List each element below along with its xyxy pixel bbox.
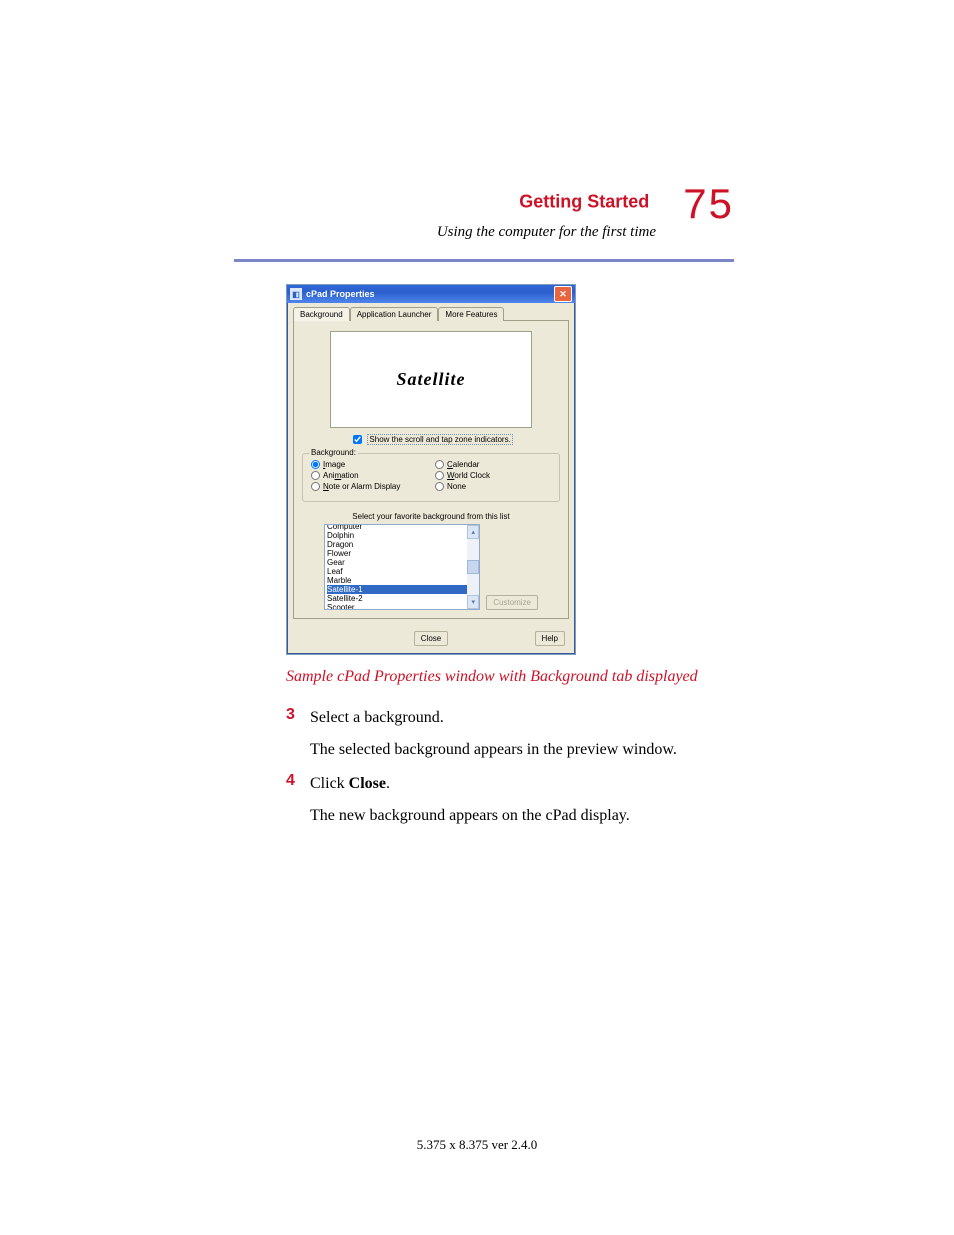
- page-footer: 5.375 x 8.375 ver 2.4.0: [0, 1137, 954, 1153]
- tab-more-features[interactable]: More Features: [438, 307, 504, 321]
- step-3: 3 Select a background. The selected back…: [286, 706, 734, 762]
- radio-calendar-label: Calendar: [447, 460, 479, 469]
- figure-caption: Sample cPad Properties window with Backg…: [286, 667, 706, 688]
- radio-image-label: Image: [323, 460, 345, 469]
- tab-background[interactable]: Background: [293, 307, 350, 321]
- radio-image[interactable]: [311, 460, 320, 469]
- list-item[interactable]: Leaf: [327, 567, 477, 576]
- list-item[interactable]: Scooter: [327, 603, 477, 610]
- tab-strip: Background Application Launcher More Fea…: [287, 303, 575, 321]
- list-item[interactable]: Dolphin: [327, 531, 477, 540]
- close-icon[interactable]: ✕: [554, 286, 572, 302]
- tab-application-launcher[interactable]: Application Launcher: [350, 307, 439, 321]
- scroll-thumb[interactable]: [467, 560, 479, 574]
- list-title: Select your favorite background from thi…: [302, 512, 560, 521]
- list-item[interactable]: Dragon: [327, 540, 477, 549]
- show-indicators-checkbox[interactable]: [353, 435, 362, 444]
- step-3-follow: The selected background appears in the p…: [310, 738, 734, 762]
- tab-panel-background: Satellite Show the scroll and tap zone i…: [293, 320, 569, 619]
- show-indicators-label: Show the scroll and tap zone indicators.: [367, 434, 512, 445]
- screenshot-window: ◧ cPad Properties ✕ Background Applicati…: [286, 284, 576, 655]
- radio-note-alarm[interactable]: [311, 482, 320, 491]
- page-number: 75: [683, 180, 734, 227]
- list-item[interactable]: Gear: [327, 558, 477, 567]
- background-fieldset: Background: Image Animation Note or Alar…: [302, 453, 560, 502]
- list-item[interactable]: Marble: [327, 576, 477, 585]
- preview-brand-text: Satellite: [397, 369, 466, 390]
- header-subtitle: Using the computer for the first time: [234, 224, 656, 241]
- preview-pane: Satellite: [330, 331, 532, 428]
- radio-none[interactable]: [435, 482, 444, 491]
- fieldset-legend: Background:: [309, 448, 358, 457]
- radio-note-alarm-label: Note or Alarm Display: [323, 482, 400, 491]
- radio-none-label: None: [447, 482, 466, 491]
- page-header: Getting Started 75 Using the computer fo…: [234, 180, 734, 241]
- app-icon: ◧: [290, 288, 302, 300]
- list-item[interactable]: Flower: [327, 549, 477, 558]
- radio-world-clock[interactable]: [435, 471, 444, 480]
- step-number: 3: [286, 706, 310, 762]
- step-4-text: Click Close.: [310, 772, 734, 796]
- help-button[interactable]: Help: [535, 631, 565, 646]
- listbox-scrollbar[interactable]: ▴ ▾: [467, 525, 479, 609]
- step-4-follow: The new background appears on the cPad d…: [310, 804, 734, 828]
- header-rule: [234, 259, 734, 262]
- window-title: cPad Properties: [306, 289, 375, 299]
- scroll-up-icon[interactable]: ▴: [467, 525, 479, 539]
- list-item[interactable]: Computer: [327, 524, 477, 531]
- radio-world-clock-label: World Clock: [447, 471, 490, 480]
- step-number: 4: [286, 772, 310, 828]
- titlebar[interactable]: ◧ cPad Properties ✕: [287, 285, 575, 303]
- scroll-down-icon[interactable]: ▾: [467, 595, 479, 609]
- background-listbox[interactable]: BrushButterflyCircleComputerDolphinDrago…: [324, 524, 480, 610]
- section-title: Getting Started: [519, 192, 649, 212]
- close-button[interactable]: Close: [414, 631, 448, 646]
- radio-animation-label: Animation: [323, 471, 359, 480]
- list-item[interactable]: Satellite-1: [327, 585, 477, 594]
- radio-animation[interactable]: [311, 471, 320, 480]
- customize-button: Customize: [486, 595, 538, 610]
- radio-calendar[interactable]: [435, 460, 444, 469]
- step-3-text: Select a background.: [310, 706, 734, 730]
- list-item[interactable]: Satellite-2: [327, 594, 477, 603]
- step-4: 4 Click Close. The new background appear…: [286, 772, 734, 828]
